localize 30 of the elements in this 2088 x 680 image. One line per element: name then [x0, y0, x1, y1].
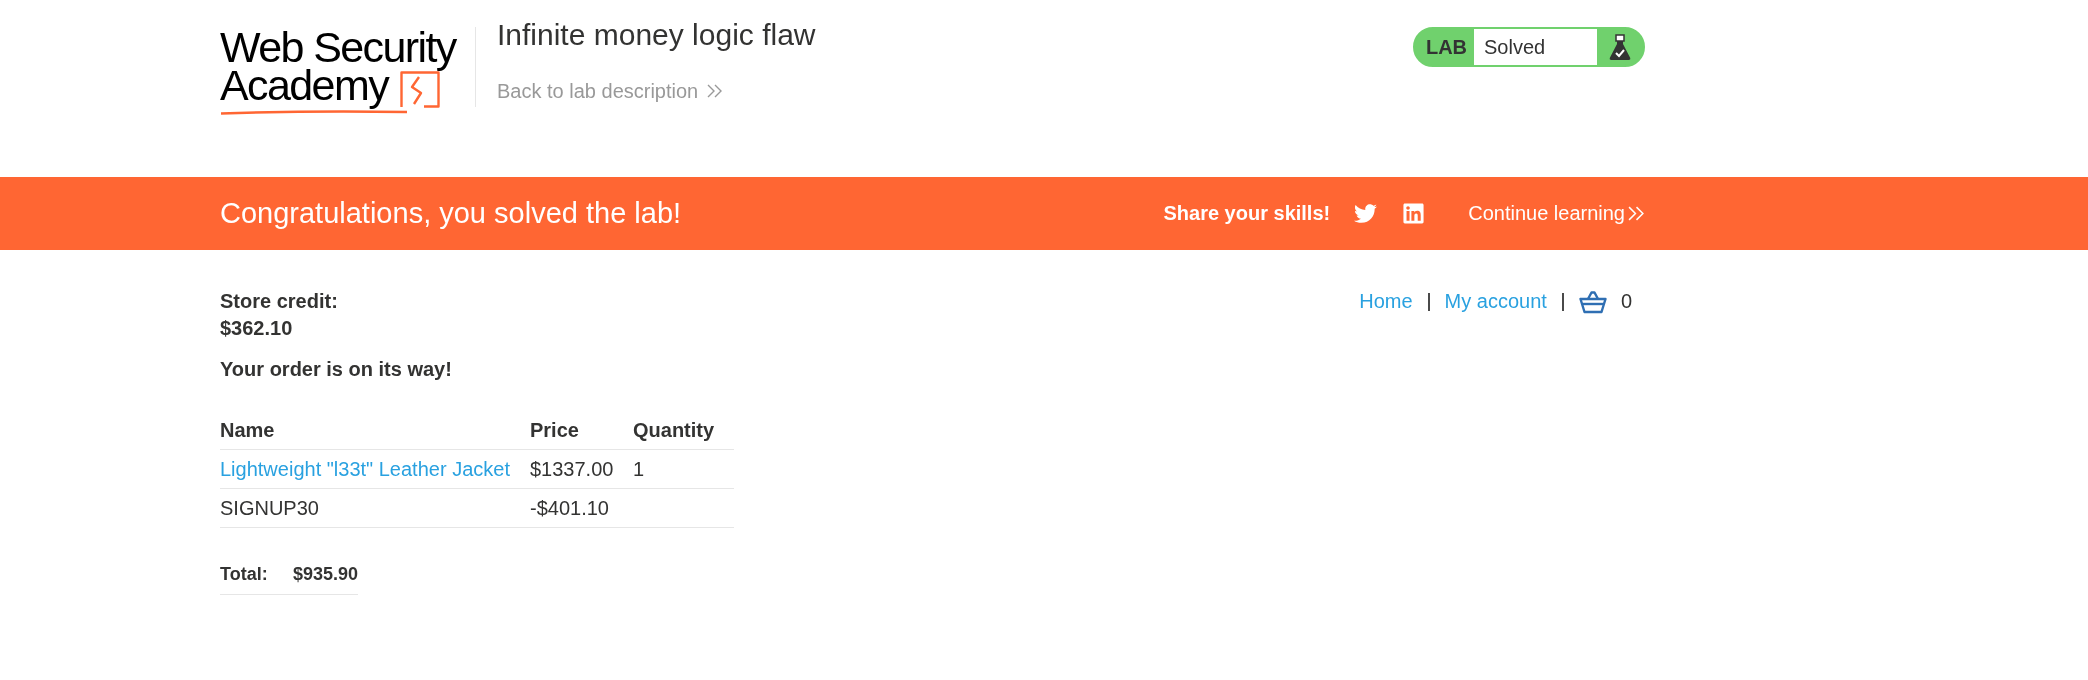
quantity-cell-text: 1	[633, 457, 646, 482]
lab-status-text: Solved	[1474, 29, 1597, 65]
double-chevron-icon	[1628, 206, 1645, 221]
price-cell-text: $1337.00	[530, 457, 615, 482]
store-credit-amount: $362.10	[220, 316, 293, 341]
nav-link[interactable]: My account	[1444, 288, 1547, 315]
nav-link[interactable]: Home	[1359, 288, 1413, 315]
order-message: Your order is on its way!	[220, 357, 452, 382]
price-cell-text: -$401.10	[530, 496, 610, 521]
column-header: Price	[530, 418, 580, 443]
cart-count: 0	[1620, 289, 1632, 314]
flask-check-icon	[1609, 33, 1631, 61]
basket-icon[interactable]	[1578, 289, 1607, 314]
logo-text: Academy	[220, 61, 389, 109]
double-chevron-icon	[707, 84, 724, 98]
coupon-code: SIGNUP30	[220, 496, 320, 521]
share-label: Share your skills!	[1163, 202, 1331, 225]
store-credit-label: Store credit:	[220, 289, 338, 314]
total-label: Total:	[220, 563, 269, 586]
column-header: Name	[220, 418, 276, 443]
lab-title: Infinite money logic flaw	[497, 17, 816, 53]
total-amount: $935.90	[293, 563, 359, 586]
bird-icon[interactable]	[1354, 202, 1378, 225]
product-link[interactable]: Lightweight "l33t" Leather Jacket	[220, 450, 510, 488]
continue-learning-link[interactable]: Continue learning	[1468, 202, 1645, 225]
back-link[interactable]: Back to lab description	[497, 79, 724, 103]
column-header: Quantity	[633, 418, 716, 443]
lab-label: LAB	[1424, 34, 1469, 60]
banner-message: Congratulations, you solved the lab!	[220, 197, 682, 230]
logo-mark-icon	[400, 71, 441, 108]
